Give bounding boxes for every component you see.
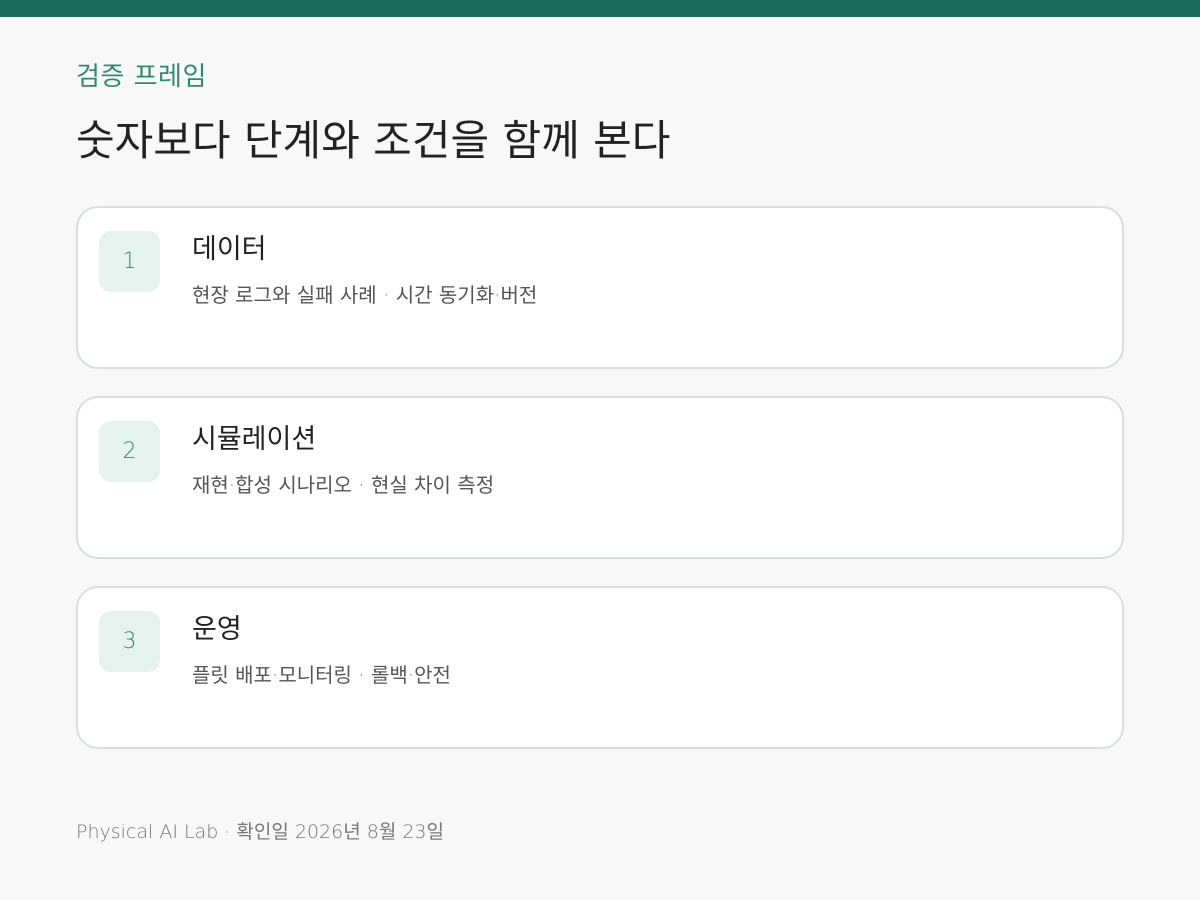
step-title: 시뮬레이션 [192, 424, 317, 455]
step-description: 현장 로그와 실패 사례 · 시간 동기화·버전 [192, 283, 538, 307]
step-description: 재현·합성 시나리오 · 현실 차이 측정 [192, 473, 495, 497]
step-number-badge: 1 [99, 231, 160, 292]
step-card-simulation: 2 시뮬레이션 재현·합성 시나리오 · 현실 차이 측정 [76, 396, 1124, 559]
footer-credit: Physical AI Lab · 확인일 2026년 8월 23일 [76, 821, 444, 843]
page-title: 숫자보다 단계와 조건을 함께 본다 [76, 116, 671, 165]
top-accent-bar [0, 0, 1200, 17]
step-description: 플릿 배포·모니터링 · 롤백·안전 [192, 663, 451, 687]
step-number-badge: 2 [99, 421, 160, 482]
step-card-operation: 3 운영 플릿 배포·모니터링 · 롤백·안전 [76, 586, 1124, 749]
step-number-badge: 3 [99, 611, 160, 672]
step-card-data: 1 데이터 현장 로그와 실패 사례 · 시간 동기화·버전 [76, 206, 1124, 369]
step-title: 데이터 [192, 234, 267, 265]
section-kicker: 검증 프레임 [76, 62, 207, 92]
step-title: 운영 [192, 614, 242, 645]
